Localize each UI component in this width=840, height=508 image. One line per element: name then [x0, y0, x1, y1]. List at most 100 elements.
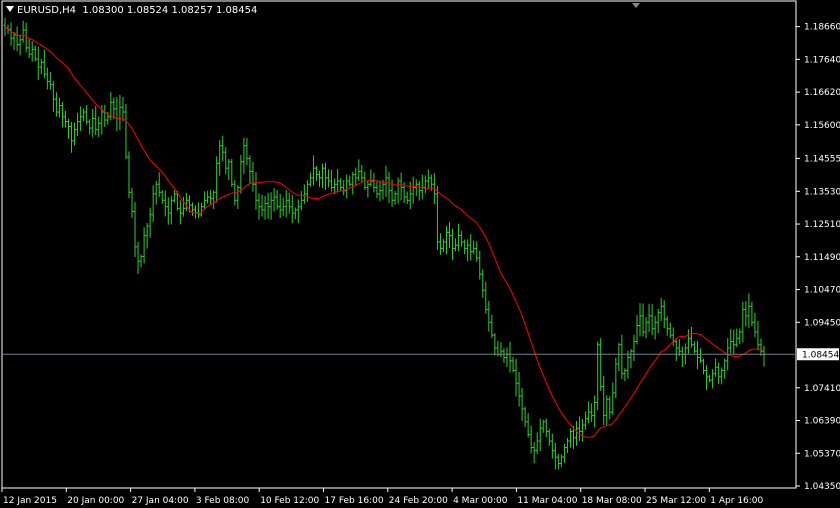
ohlc-bar: [54, 92, 58, 117]
y-tick-label: 1.13530: [804, 187, 840, 197]
ohlc-bar: [387, 171, 391, 204]
ohlc-bar: [157, 172, 161, 198]
ohlc-bar: [411, 176, 415, 204]
ohlc-bar: [553, 442, 557, 470]
ohlc-bar: [508, 341, 512, 373]
ohlc-bar: [460, 230, 464, 247]
ohlc-bar: [472, 240, 476, 255]
ohlc-bar: [79, 106, 83, 131]
ohlc-bar: [738, 328, 742, 344]
ohlc-bar: [366, 180, 370, 198]
ohlc-bar: [562, 443, 566, 463]
ohlc-bar: [242, 137, 246, 174]
ohlc-bar: [88, 119, 92, 135]
ohlc-bar: [680, 346, 684, 367]
ohlc-bar: [169, 195, 173, 225]
ohlc-bar: [354, 167, 358, 186]
y-tick-label: 1.12510: [804, 220, 840, 230]
ohlc-bar: [166, 197, 170, 225]
ohlc-bar: [454, 238, 458, 252]
ohlc-bar: [469, 234, 473, 261]
ohlc-bar: [438, 233, 442, 255]
ohlc-bar: [194, 205, 198, 219]
ohlc-bar: [720, 367, 724, 385]
ohlc-bar: [756, 321, 760, 351]
ohlc-bar: [596, 341, 600, 411]
ohlc-bar: [311, 155, 315, 186]
x-tick-label: 24 Feb 20:00: [389, 496, 448, 506]
ohlc-bar: [348, 175, 352, 187]
triangle-down-icon[interactable]: [6, 6, 14, 12]
ohlc-bar: [321, 163, 325, 189]
ohlc-bar: [741, 301, 745, 343]
ohlc-bar: [200, 202, 204, 217]
ohlc-bar: [203, 191, 207, 210]
ohlc-bar: [15, 26, 19, 52]
ohlc-bar: [94, 105, 98, 136]
ohlc-bar: [269, 192, 273, 220]
moving-average: [4, 27, 765, 438]
ohlc-bar: [212, 190, 216, 210]
ohlc-bar: [178, 200, 182, 225]
ohlc-bar: [656, 308, 660, 334]
ohlc-bar: [236, 185, 240, 209]
ohlc-bar: [227, 158, 231, 181]
ohlc-bar: [514, 359, 518, 397]
ohlc-bar: [484, 281, 488, 314]
shift-marker-icon[interactable]: [632, 3, 640, 8]
ohlc-open: 1.08300: [82, 5, 124, 16]
ohlc-bar: [723, 358, 727, 379]
ohlc-bar: [729, 328, 733, 354]
ohlc-bar: [151, 185, 155, 222]
ohlc-bar: [118, 94, 122, 131]
ohlc-bar: [91, 108, 95, 138]
ohlc-bar: [384, 165, 388, 197]
ohlc-bar: [499, 342, 503, 358]
chart-window[interactable]: 1.18660 1.17640 1.16620 1.15600 1.14555 1.135…: [0, 0, 840, 508]
ohlc-bar: [263, 195, 267, 220]
ohlc-bar: [653, 316, 657, 340]
symbol-timeframe: EURUSD,H4: [17, 5, 77, 16]
ohlc-bar: [290, 194, 294, 224]
x-tick-label: 3 Feb 08:00: [196, 496, 250, 506]
ohlc-bar: [611, 382, 615, 415]
ohlc-bar: [490, 314, 494, 339]
ohlc-bar: [638, 303, 642, 337]
ohlc-bar: [45, 67, 49, 90]
ohlc-bar: [230, 158, 234, 187]
y-tick-label: 1.16620: [804, 88, 840, 98]
ohlc-bar: [623, 368, 627, 382]
ohlc-bar: [121, 96, 125, 122]
ohlc-bar: [396, 177, 400, 204]
ohlc-bar: [502, 348, 506, 363]
ohlc-bar: [393, 190, 397, 205]
y-tick-label: 1.18660: [804, 23, 840, 33]
price-chart[interactable]: 1.18660 1.17640 1.16620 1.15600 1.14555 1.135…: [0, 0, 840, 508]
y-tick-label: 1.04350: [804, 482, 840, 492]
ohlc-bar: [647, 303, 651, 332]
ohlc-bar: [547, 428, 551, 446]
ohlc-bar: [423, 175, 427, 194]
ohlc-bar: [626, 350, 630, 379]
ohlc-bar: [97, 116, 101, 138]
ohlc-bar: [629, 349, 633, 369]
ohlc-bar: [644, 316, 648, 339]
ohlc-bar: [711, 369, 715, 389]
ohlc-bar: [590, 403, 594, 423]
ohlc-bar: [345, 174, 349, 199]
ohlc-bar: [520, 387, 524, 422]
ohlc-bar: [148, 207, 152, 238]
ohlc-bar: [698, 348, 702, 363]
ohlc-bar: [317, 170, 321, 188]
ohlc-bar: [475, 241, 479, 262]
ohlc-bar: [575, 421, 579, 446]
ohlc-bar: [659, 297, 663, 322]
ohlc-bar: [51, 80, 55, 113]
ohlc-bar: [478, 250, 482, 280]
ohlc-bar: [27, 38, 31, 58]
ohlc-bar: [744, 300, 748, 327]
ohlc-bar: [481, 269, 485, 298]
ohlc-bar: [584, 411, 588, 430]
ohlc-bar: [529, 425, 533, 454]
ohlc-bar: [526, 412, 530, 438]
